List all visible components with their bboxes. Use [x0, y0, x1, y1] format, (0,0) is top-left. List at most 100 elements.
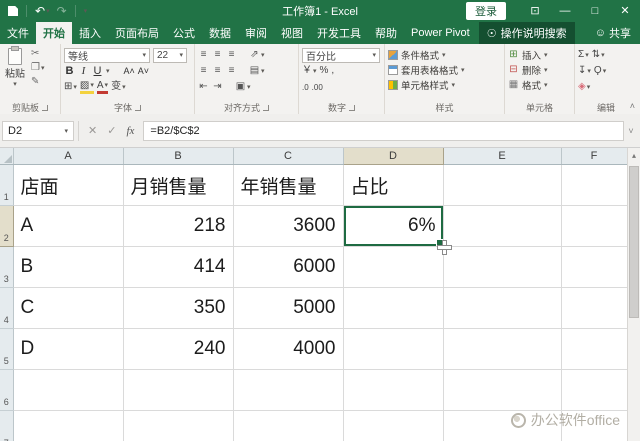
formula-input[interactable]: =B2/$C$2: [143, 120, 624, 141]
borders-button[interactable]: ⊞ ▾: [64, 82, 77, 92]
clear-button[interactable]: ◈ ▾: [578, 82, 590, 92]
cell-a2[interactable]: A: [13, 205, 124, 247]
cell-d6[interactable]: [343, 369, 444, 411]
dialog-launcher-icon[interactable]: [42, 104, 48, 111]
format-cells-button[interactable]: ▦ 格式 ▾: [508, 77, 571, 92]
dialog-launcher-icon[interactable]: [135, 104, 141, 111]
cell-d2-selected[interactable]: 6%: [343, 205, 444, 247]
col-header-d[interactable]: D: [343, 148, 444, 165]
font-name-select[interactable]: 等线 ▾: [64, 47, 150, 63]
customize-qat-icon[interactable]: ▾: [84, 7, 88, 15]
align-left-button[interactable]: ≡: [198, 66, 209, 76]
cell-b4[interactable]: 350: [123, 287, 234, 329]
cell-b2[interactable]: 218: [123, 205, 234, 247]
tab-formulas[interactable]: 公式: [166, 22, 202, 44]
close-button[interactable]: ✕: [610, 0, 640, 22]
row-header-3[interactable]: 3: [0, 246, 14, 288]
cell-f6[interactable]: [561, 369, 627, 411]
cell-d1[interactable]: 占比: [343, 164, 444, 206]
cell-e1[interactable]: [443, 164, 562, 206]
wrap-text-button[interactable]: ▤ ▾: [249, 66, 265, 76]
tab-review[interactable]: 审阅: [238, 22, 274, 44]
col-header-e[interactable]: E: [443, 148, 562, 165]
row-header-6[interactable]: 6: [0, 369, 14, 411]
decrease-decimal-button[interactable]: .00: [312, 83, 323, 92]
fill-button[interactable]: ↧ ▾: [578, 66, 591, 76]
maximize-button[interactable]: □: [580, 0, 610, 22]
cell-a1[interactable]: 店面: [13, 164, 124, 206]
col-header-c[interactable]: C: [233, 148, 344, 165]
signin-button[interactable]: 登录: [466, 2, 506, 20]
font-color-button[interactable]: A ▾: [96, 80, 109, 94]
scroll-up-icon[interactable]: ▴: [628, 148, 640, 163]
cell-c4[interactable]: 5000: [233, 287, 344, 329]
grow-font-button[interactable]: A˄: [124, 66, 135, 76]
cell-b5[interactable]: 240: [123, 328, 234, 370]
cell-b1[interactable]: 月销售量: [123, 164, 234, 206]
vertical-scrollbar[interactable]: ▴: [627, 148, 640, 441]
tab-page-layout[interactable]: 页面布局: [108, 22, 166, 44]
number-format-select[interactable]: 百分比 ▾: [302, 47, 380, 63]
merge-center-button[interactable]: ▣ ▾: [235, 82, 251, 92]
tab-help[interactable]: 帮助: [368, 22, 404, 44]
col-header-a[interactable]: A: [13, 148, 124, 165]
align-right-button[interactable]: ≡: [226, 66, 237, 76]
cell-c5[interactable]: 4000: [233, 328, 344, 370]
row-header-7[interactable]: 7: [0, 410, 14, 441]
cell-f5[interactable]: [561, 328, 627, 370]
tab-file[interactable]: 文件: [0, 22, 36, 44]
top-align-button[interactable]: ≡: [198, 50, 209, 60]
underline-button[interactable]: U: [92, 65, 103, 77]
cell-e2[interactable]: [443, 205, 562, 247]
cell-a4[interactable]: C: [13, 287, 124, 329]
shrink-font-button[interactable]: A˅: [138, 66, 149, 76]
cell-b7[interactable]: [123, 410, 234, 441]
col-header-f[interactable]: F: [561, 148, 627, 165]
tab-developer[interactable]: 开发工具: [310, 22, 368, 44]
format-as-table-button[interactable]: 套用表格格式 ▾: [388, 62, 501, 77]
cell-e5[interactable]: [443, 328, 562, 370]
cell-b6[interactable]: [123, 369, 234, 411]
select-all-corner[interactable]: [0, 148, 14, 165]
minimize-button[interactable]: —: [550, 0, 580, 22]
orientation-button[interactable]: ⇗ ▾: [249, 50, 264, 60]
cell-f2[interactable]: [561, 205, 627, 247]
cell-e6[interactable]: [443, 369, 562, 411]
enter-entry-icon[interactable]: ✓: [102, 124, 121, 137]
autosum-button[interactable]: Σ ▾: [578, 50, 589, 60]
copy-button[interactable]: ❐ ▾: [31, 62, 44, 74]
insert-cells-button[interactable]: ⊞ 插入 ▾: [508, 47, 571, 62]
conditional-formatting-button[interactable]: 条件格式 ▾: [388, 47, 501, 62]
cell-a7[interactable]: [13, 410, 124, 441]
italic-button[interactable]: I: [78, 65, 89, 77]
row-header-2[interactable]: 2: [0, 205, 14, 247]
cell-c3[interactable]: 6000: [233, 246, 344, 288]
font-size-select[interactable]: 22 ▾: [153, 47, 187, 63]
decrease-indent-button[interactable]: ⇤: [198, 82, 209, 92]
cancel-entry-icon[interactable]: ✕: [83, 124, 102, 137]
find-select-button[interactable]: Ϙ ▾: [594, 66, 606, 76]
cell-c2[interactable]: 3600: [233, 205, 344, 247]
cell-d5[interactable]: [343, 328, 444, 370]
col-header-b[interactable]: B: [123, 148, 234, 165]
cut-button[interactable]: ✂: [31, 48, 44, 60]
bold-button[interactable]: B: [64, 65, 75, 77]
cell-e3[interactable]: [443, 246, 562, 288]
cell-a3[interactable]: B: [13, 246, 124, 288]
cell-d3[interactable]: [343, 246, 444, 288]
paste-button[interactable]: 粘贴 ▾: [3, 46, 27, 88]
insert-function-icon[interactable]: fx: [121, 125, 139, 137]
row-header-4[interactable]: 4: [0, 287, 14, 329]
middle-align-button[interactable]: ≡: [212, 50, 223, 60]
cell-e4[interactable]: [443, 287, 562, 329]
cell-f4[interactable]: [561, 287, 627, 329]
sort-filter-button[interactable]: ⇅ ▾: [592, 50, 605, 60]
percent-style-button[interactable]: %: [320, 66, 329, 76]
format-painter-button[interactable]: ✎: [31, 76, 44, 88]
comma-style-button[interactable]: ,: [331, 66, 334, 76]
tab-home[interactable]: 开始: [36, 22, 72, 44]
tab-insert[interactable]: 插入: [72, 22, 108, 44]
expand-formula-bar-icon[interactable]: ˅: [624, 126, 638, 136]
name-box[interactable]: D2 ▾: [2, 120, 74, 141]
delete-cells-button[interactable]: ⊟ 删除 ▾: [508, 62, 571, 77]
